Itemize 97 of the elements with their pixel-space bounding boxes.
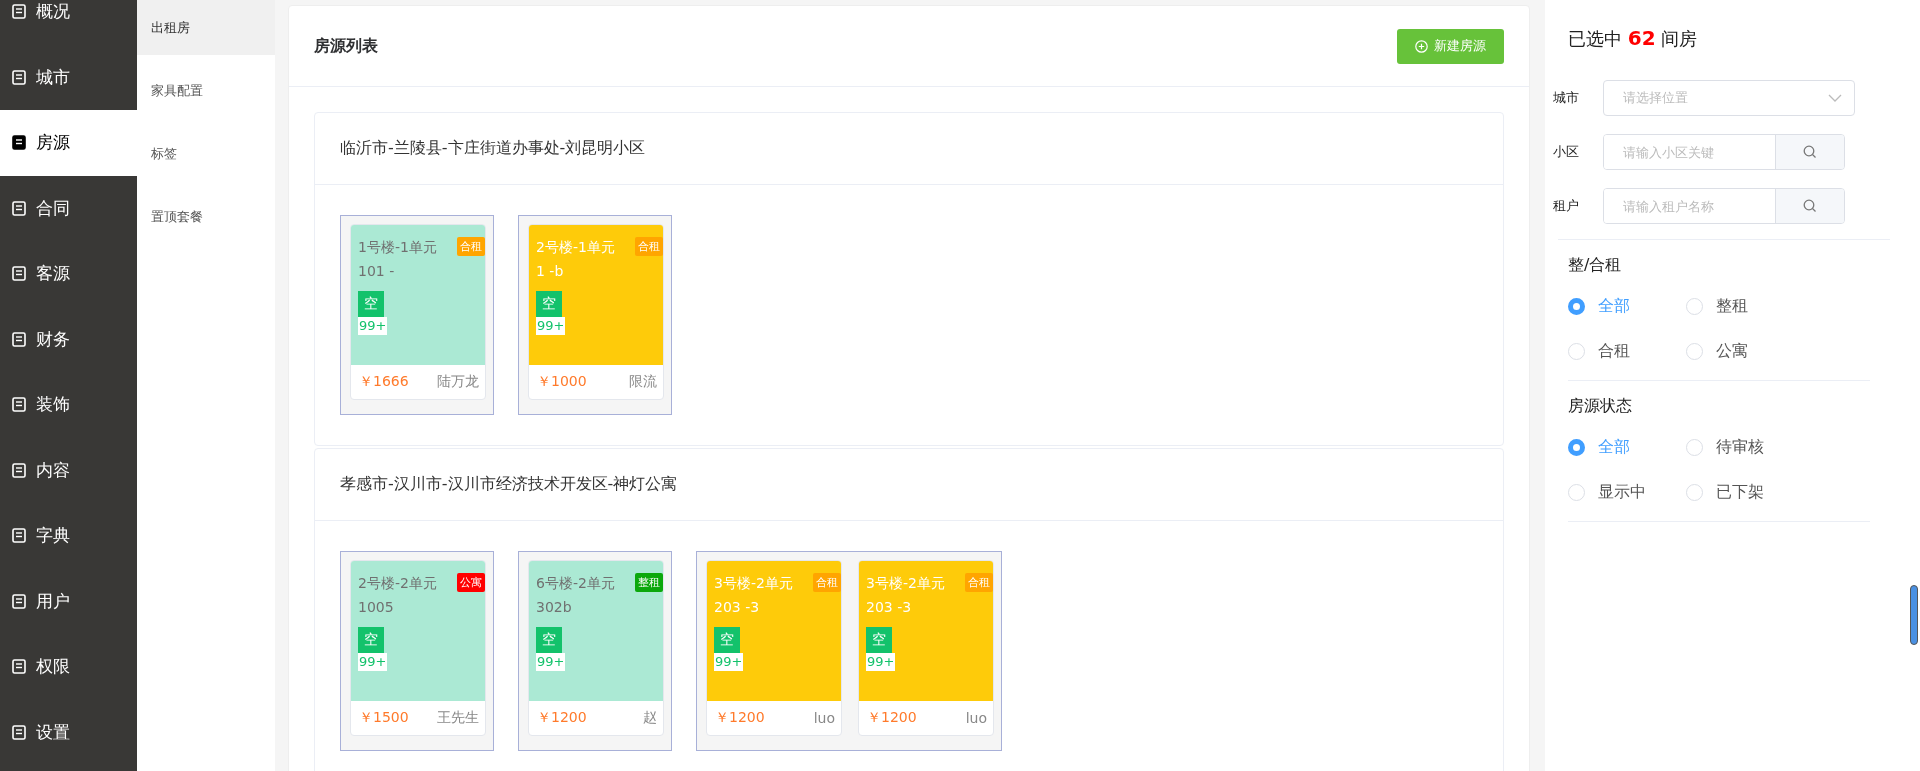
room-price: ￥1000 bbox=[537, 373, 587, 391]
rent-type-tag: 整租 bbox=[635, 573, 663, 592]
status-badge: 空 bbox=[536, 627, 562, 653]
address-title: 临沂市-兰陵县-卞庄街道办事处-刘昆明小区 bbox=[315, 113, 1503, 185]
document-icon bbox=[12, 659, 26, 675]
room-card[interactable]: 3号楼-2单元 203 -3 空 99+ 合租 ￥1200 luo bbox=[706, 560, 842, 736]
radio-option[interactable]: 已下架 bbox=[1686, 470, 1804, 515]
room-building: 2号楼-2单元 bbox=[358, 574, 437, 593]
document-icon bbox=[12, 69, 26, 85]
status-badge: 空 bbox=[536, 291, 562, 317]
tenant-name: luo bbox=[813, 710, 835, 726]
rent-type-tag: 合租 bbox=[813, 573, 841, 592]
room-card[interactable]: 6号楼-2单元 302b 空 99+ 整租 ￥1200 赵 bbox=[528, 560, 664, 736]
count-badge: 99+ bbox=[536, 653, 566, 671]
chevron-down-icon bbox=[1828, 94, 1842, 102]
field-label: 租户 bbox=[1553, 197, 1580, 215]
room-number: 203 -3 bbox=[714, 598, 760, 617]
nav-item[interactable]: 字典 bbox=[0, 503, 137, 569]
document-icon bbox=[12, 462, 26, 478]
filter-title: 整/合租 bbox=[1568, 255, 1623, 276]
room-card[interactable]: 2号楼-1单元 1 -b 空 99+ 合租 ￥1000 限流 bbox=[528, 224, 664, 400]
rent-type-tag: 合租 bbox=[457, 237, 485, 256]
list-title: 房源列表 bbox=[314, 35, 378, 57]
count-badge: 99+ bbox=[714, 653, 744, 671]
document-icon bbox=[12, 593, 26, 609]
room-building: 2号楼-1单元 bbox=[536, 238, 615, 257]
nav-item[interactable]: 城市 bbox=[0, 44, 137, 110]
document-icon bbox=[12, 331, 26, 347]
status-badge: 空 bbox=[714, 627, 740, 653]
nav-item[interactable]: 客源 bbox=[0, 241, 137, 307]
count-badge: 99+ bbox=[358, 653, 388, 671]
room-number: 101 - bbox=[358, 262, 395, 281]
status-badge: 空 bbox=[866, 627, 892, 653]
tenant-name: 王先生 bbox=[437, 709, 479, 727]
status-badge: 空 bbox=[358, 291, 384, 317]
room-price: ￥1200 bbox=[715, 709, 765, 727]
tenant-name: luo bbox=[965, 710, 987, 726]
tenant-name: 陆万龙 bbox=[437, 373, 479, 391]
room-building: 6号楼-2单元 bbox=[536, 574, 615, 593]
nav-item[interactable]: 装饰 bbox=[0, 372, 137, 438]
count-badge: 99+ bbox=[866, 653, 896, 671]
rent-type-tag: 公寓 bbox=[457, 573, 485, 592]
room-building: 3号楼-2单元 bbox=[714, 574, 793, 593]
filter-title: 房源状态 bbox=[1568, 396, 1633, 417]
room-price: ￥1200 bbox=[867, 709, 917, 727]
search-field[interactable]: 请输入小区关键 bbox=[1603, 134, 1845, 170]
scrollbar-thumb[interactable] bbox=[1910, 585, 1918, 645]
rent-type-tag: 合租 bbox=[635, 237, 663, 256]
nav-item[interactable]: 财务 bbox=[0, 306, 137, 372]
document-icon bbox=[12, 724, 26, 740]
radio-option[interactable]: 合租 bbox=[1568, 329, 1686, 374]
status-badge: 空 bbox=[358, 627, 384, 653]
document-icon bbox=[12, 266, 26, 282]
room-card[interactable]: 2号楼-2单元 1005 空 99+ 公寓 ￥1500 王先生 bbox=[350, 560, 486, 736]
count-badge: 99+ bbox=[358, 317, 388, 335]
field-label: 城市 bbox=[1553, 89, 1580, 107]
search-button[interactable] bbox=[1776, 135, 1844, 169]
tenant-name: 限流 bbox=[629, 373, 657, 391]
room-number: 203 -3 bbox=[866, 598, 912, 617]
search-button[interactable] bbox=[1776, 189, 1844, 223]
room-price: ￥1200 bbox=[537, 709, 587, 727]
tenant-name: 赵 bbox=[643, 709, 657, 727]
document-icon bbox=[12, 135, 26, 151]
nav-item[interactable]: 内容 bbox=[0, 437, 137, 503]
room-number: 1 -b bbox=[536, 262, 564, 281]
radio-option[interactable]: 待审核 bbox=[1686, 425, 1804, 470]
address-title: 孝感市-汉川市-汉川市经济技术开发区-神灯公寓 bbox=[315, 449, 1503, 521]
rent-type-tag: 合租 bbox=[965, 573, 993, 592]
search-field[interactable]: 请输入租户名称 bbox=[1603, 188, 1845, 224]
search-icon bbox=[1803, 145, 1817, 159]
nav-item[interactable]: 权限 bbox=[0, 634, 137, 700]
document-icon bbox=[12, 528, 26, 544]
room-number: 1005 bbox=[358, 598, 394, 617]
selected-count: 已选中 62 间房 bbox=[1567, 26, 1699, 51]
room-number: 302b bbox=[536, 598, 572, 617]
document-icon bbox=[12, 200, 26, 216]
room-card[interactable]: 1号楼-1单元 101 - 空 99+ 合租 ￥1666 陆万龙 bbox=[350, 224, 486, 400]
room-price: ￥1666 bbox=[359, 373, 409, 391]
room-price: ￥1500 bbox=[359, 709, 409, 727]
nav-item[interactable]: 概况 bbox=[0, 0, 137, 45]
nav-item[interactable]: 合同 bbox=[0, 175, 137, 241]
document-icon bbox=[12, 397, 26, 413]
room-card[interactable]: 3号楼-2单元 203 -3 空 99+ 合租 ￥1200 luo bbox=[858, 560, 994, 736]
nav-item[interactable]: 设置 bbox=[0, 699, 137, 765]
nav-item[interactable]: 房源 bbox=[0, 110, 137, 176]
count-badge: 99+ bbox=[536, 317, 566, 335]
subnav-item[interactable]: 出租房 bbox=[137, 0, 275, 55]
room-building: 1号楼-1单元 bbox=[358, 238, 437, 257]
search-icon bbox=[1803, 199, 1817, 213]
plus-circle-icon bbox=[1415, 39, 1428, 53]
radio-option[interactable]: 显示中 bbox=[1568, 470, 1686, 515]
field-label: 小区 bbox=[1553, 143, 1580, 161]
document-icon bbox=[12, 4, 26, 20]
nav-item[interactable]: 用户 bbox=[0, 568, 137, 634]
radio-option[interactable]: 整租 bbox=[1686, 284, 1804, 329]
radio-option[interactable]: 公寓 bbox=[1686, 329, 1804, 374]
room-building: 3号楼-2单元 bbox=[866, 574, 945, 593]
